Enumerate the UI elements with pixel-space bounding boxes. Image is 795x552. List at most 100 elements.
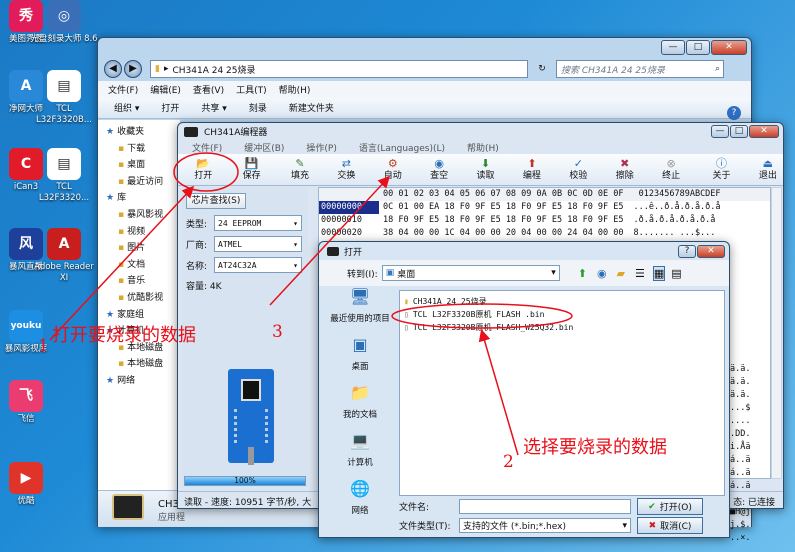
explorer-menu-item[interactable]: 查看(V) bbox=[193, 83, 224, 96]
hex-scrollbar[interactable] bbox=[771, 187, 782, 479]
filetype-select[interactable]: 支持的文件 (*.bin;*.hex) ▾ bbox=[459, 518, 631, 533]
chip-search-button[interactable]: 芯片查找(S) bbox=[186, 193, 246, 209]
hex-ascii: ...ê..ð.å.ð.å.ð.å bbox=[633, 202, 721, 212]
tool-exit-button[interactable]: ⏏ 退出 bbox=[753, 157, 783, 182]
explorer-toolbar-item[interactable]: 组织 ▾ bbox=[114, 101, 139, 114]
forward-icon[interactable]: ▶ bbox=[124, 60, 142, 78]
refresh-icon[interactable]: ◉ bbox=[597, 267, 607, 280]
tool-about-button[interactable]: ⓘ 关于 bbox=[706, 157, 736, 182]
explorer-menu-item[interactable]: 帮助(H) bbox=[279, 83, 311, 96]
tool-auto-button[interactable]: ⚙ 自动 bbox=[378, 157, 408, 182]
explorer-toolbar-item[interactable]: 刻录 bbox=[249, 101, 267, 114]
document-icon: ▤ bbox=[47, 70, 81, 102]
nav-item[interactable]: ★ 收藏夹 bbox=[106, 124, 180, 141]
up-folder-icon[interactable]: ⬆ bbox=[578, 267, 587, 280]
tool-verify-button[interactable]: ✓ 校验 bbox=[563, 157, 593, 182]
explorer-menu-item[interactable]: 工具(T) bbox=[236, 83, 267, 96]
new-folder-icon[interactable]: ▰ bbox=[617, 267, 625, 280]
nav-item[interactable]: ▪ 音乐 bbox=[106, 273, 180, 290]
place-computer[interactable]: 💻 计算机 bbox=[325, 433, 395, 484]
file-list-item[interactable]: ▮ CH341A 24 25烧录 bbox=[404, 295, 720, 308]
desktop-icon[interactable]: youku 暴风影视库 bbox=[0, 310, 60, 355]
programmer-menu-item[interactable]: 操作(P) bbox=[306, 141, 336, 154]
place-network[interactable]: 🌐 网络 bbox=[325, 481, 395, 532]
desktop-icon[interactable]: ▤ TCL L32F3320... bbox=[30, 148, 98, 204]
tool-swap-button[interactable]: ⇄ 交换 bbox=[331, 157, 361, 182]
tool-label: 填充 bbox=[290, 170, 309, 181]
details-view-icon[interactable]: ▦ bbox=[652, 265, 666, 281]
open-button[interactable]: ✔ 打开(O) bbox=[637, 498, 703, 515]
file-list-item[interactable]: ▯ TCL L32F3320B原机 FLASH .bin bbox=[404, 308, 720, 321]
nav-item[interactable]: ▪ 桌面 bbox=[106, 157, 180, 174]
desktop-icon[interactable]: ▤ TCL L32F3320B... bbox=[30, 70, 98, 126]
list-view-icon[interactable]: ☰ bbox=[635, 267, 645, 280]
type-select[interactable]: 24 EEPROM ▾ bbox=[214, 215, 302, 231]
filename-input[interactable] bbox=[459, 499, 631, 514]
desktop-icon-label: 光盘刻录大师 8.6 bbox=[30, 34, 98, 44]
programmer-close-button[interactable]: ✕ bbox=[749, 125, 779, 138]
desktop-icon[interactable]: ▶ 优酷 bbox=[0, 462, 60, 507]
explorer-toolbar-item[interactable]: 打开 bbox=[161, 101, 179, 114]
explorer-menu-item[interactable]: 编辑(E) bbox=[150, 83, 181, 96]
place-label: 网络 bbox=[351, 506, 369, 516]
explorer-menu-item[interactable]: 文件(F) bbox=[108, 83, 138, 96]
place-desktop[interactable]: ▣ 桌面 bbox=[325, 337, 395, 388]
minimize-button[interactable]: — bbox=[661, 40, 685, 55]
explorer-menu-bar: 文件(F) 编辑(E) 查看(V) 工具(T) 帮助(H) bbox=[98, 81, 751, 97]
nav-item[interactable]: ▪ 最近访问 bbox=[106, 174, 180, 191]
nav-item[interactable]: ▪ 图片 bbox=[106, 240, 180, 257]
nav-item[interactable]: ▪ 优酷影视 bbox=[106, 290, 180, 307]
programmer-title: CH341A编程器 bbox=[204, 128, 268, 138]
tool-program-button[interactable]: ⬆ 编程 bbox=[517, 157, 547, 182]
tool-read-button[interactable]: ⬇ 读取 bbox=[470, 157, 500, 182]
nav-item[interactable]: ▪ 下载 bbox=[106, 141, 180, 158]
programmer-menu-item[interactable]: 缓冲区(B) bbox=[244, 141, 284, 154]
maker-select[interactable]: ATMEL ▾ bbox=[214, 236, 302, 252]
file-list[interactable]: ▮ CH341A 24 25烧录 ▯ TCL L32F3320B原机 FLASH .b… bbox=[399, 290, 725, 496]
back-icon[interactable]: ◀ bbox=[104, 60, 122, 78]
address-bar[interactable]: ▮ ▸ CH341A 24 25烧录 bbox=[150, 60, 528, 78]
lookin-label: 转到(I): bbox=[347, 269, 378, 280]
close-button[interactable]: ✕ bbox=[711, 40, 747, 55]
explorer-toolbar-item[interactable]: 共享 ▾ bbox=[201, 101, 226, 114]
tool-stop-button[interactable]: ⊗ 终止 bbox=[656, 157, 686, 182]
maximize-button[interactable]: □ bbox=[686, 40, 710, 55]
place-my-docs[interactable]: 📁 我的文档 bbox=[325, 385, 395, 436]
programmer-maximize-button[interactable]: □ bbox=[730, 125, 748, 138]
tool-open-folder-button[interactable]: 📂 打开 bbox=[188, 157, 218, 182]
explorer-toolbar-item[interactable]: 新建文件夹 bbox=[289, 101, 334, 114]
desktop-icon[interactable]: 飞飞信 bbox=[0, 380, 60, 425]
desktop-icon[interactable]: A Adobe Reader XI bbox=[30, 228, 98, 284]
explorer-nav-pane: ★ 收藏夹 ▪ 下载 ▪ 桌面 ▪ 最近访问 ★ 库 ▪ 暴风影视 ▪ 视频 ▪ 图片 ▪ 文档 ▪ 音乐 ▪ 优酷影视 ★… bbox=[98, 120, 180, 490]
name-select[interactable]: AT24C32A ▾ bbox=[214, 257, 302, 273]
nav-item[interactable]: ▪ 暴风影视 bbox=[106, 207, 180, 224]
nav-item[interactable]: ▪ 文档 bbox=[106, 257, 180, 274]
nav-item[interactable]: ★ 网络 bbox=[106, 373, 180, 390]
nav-item[interactable]: ★ 库 bbox=[106, 190, 180, 207]
programmer-menu-item[interactable]: 文件(F) bbox=[192, 141, 222, 154]
nav-item[interactable]: ▪ 视频 bbox=[106, 224, 180, 241]
ascii-fragment: ..×. bbox=[730, 533, 751, 543]
ascii-fragment: .... bbox=[730, 416, 751, 426]
programmer-menu-item[interactable]: 语言(Languages)(L) bbox=[359, 141, 445, 154]
dialog-help-button[interactable]: ? bbox=[678, 244, 696, 258]
cd-burner-icon: ◎ bbox=[47, 0, 81, 32]
tool-erase-button[interactable]: ✖ 擦除 bbox=[610, 157, 640, 182]
tool-fill-button[interactable]: ✎ 填充 bbox=[285, 157, 315, 182]
nav-item[interactable]: ▪ 本地磁盘 bbox=[106, 356, 180, 373]
refresh-icon[interactable]: ↻ bbox=[532, 64, 552, 74]
help-icon[interactable]: ? bbox=[727, 106, 741, 120]
tool-check-blank-button[interactable]: ◉ 查空 bbox=[424, 157, 454, 182]
cancel-button[interactable]: ✖ 取消(C) bbox=[637, 517, 703, 534]
search-box[interactable]: 搜索 CH341A 24 25烧录 ⌕ bbox=[556, 60, 724, 78]
programmer-minimize-button[interactable]: — bbox=[711, 125, 729, 138]
views-menu-icon[interactable]: ▤ bbox=[671, 267, 681, 280]
dialog-close-button[interactable]: ✕ bbox=[697, 244, 725, 258]
place-recent[interactable]: 🖥 最近使用的项目 bbox=[325, 289, 395, 340]
programmer-menu-item[interactable]: 帮助(H) bbox=[467, 141, 499, 154]
place-label: 桌面 bbox=[351, 362, 369, 372]
file-list-item[interactable]: ▯ TCL L32F3320B原机 FLASH_W25Q32.bin bbox=[404, 321, 720, 334]
tool-save-button[interactable]: 💾 保存 bbox=[236, 157, 266, 182]
desktop-icon[interactable]: ◎ 光盘刻录大师 8.6 bbox=[30, 0, 98, 45]
lookin-select[interactable]: ▣ 桌面 ▾ bbox=[381, 265, 560, 281]
